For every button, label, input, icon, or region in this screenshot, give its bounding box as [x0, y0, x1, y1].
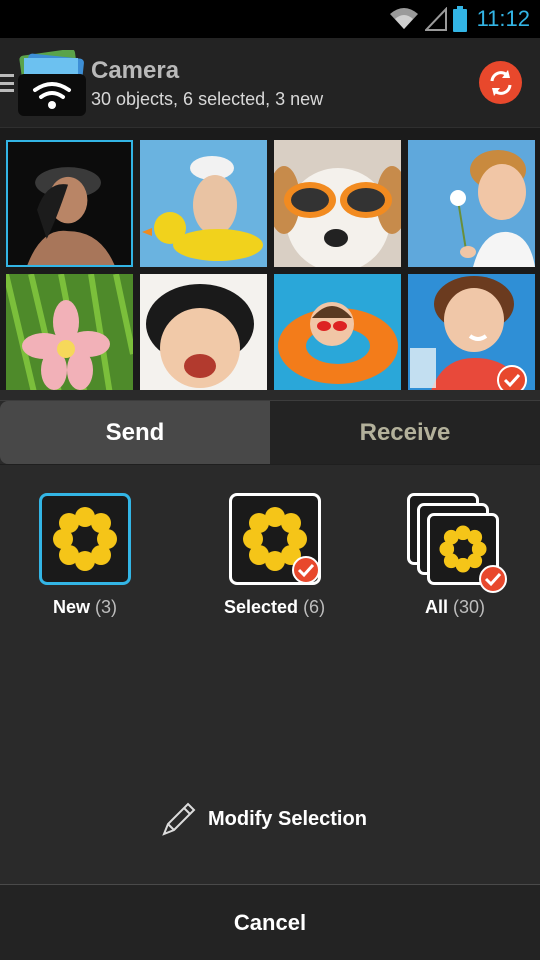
photo-dog-with-sunglasses	[274, 140, 401, 267]
check-badge-icon	[479, 565, 507, 593]
photo-child-with-duck-float	[140, 140, 267, 267]
pencil-icon	[162, 802, 196, 836]
status-time: 11:12	[476, 6, 530, 31]
sync-button[interactable]	[479, 61, 522, 104]
send-new-option[interactable]: New (3)	[39, 493, 131, 618]
signal-icon	[424, 7, 447, 31]
page-subtitle: 30 objects, 6 selected, 3 new	[91, 89, 324, 109]
photo-thumbnail-dog-with-sunglasses[interactable]	[274, 140, 401, 267]
send-receive-sheet: Send Receive New (3) Selected (6) All (3…	[0, 390, 540, 960]
page-title: Camera	[91, 57, 180, 84]
send-all-option[interactable]: All (30)	[407, 493, 507, 618]
photo-thumbnail-pink-flower[interactable]	[6, 274, 133, 401]
photo-thumbnail-child-in-swim-ring[interactable]	[274, 274, 401, 401]
photo-thumbnail-laughing-child[interactable]	[140, 274, 267, 401]
send-all-label: All (30)	[424, 597, 486, 617]
tab-send[interactable]: Send	[0, 401, 270, 464]
modify-selection-button[interactable]: Modify Selection	[160, 800, 367, 838]
tab-receive[interactable]: Receive	[270, 401, 540, 464]
modify-selection-label: Modify Selection	[208, 807, 367, 830]
photo-child-in-swim-ring	[274, 274, 401, 401]
app-header: Camera 30 objects, 6 selected, 3 new	[0, 38, 540, 128]
menu-icon[interactable]	[0, 74, 14, 92]
photo-thumbnail-child-with-dandelion[interactable]	[408, 140, 535, 267]
wifi-photos-logo[interactable]	[18, 50, 86, 116]
photo-grid	[0, 128, 540, 401]
wifi-icon	[389, 8, 418, 29]
photo-pink-flower	[6, 274, 133, 401]
new-photos-frame	[39, 493, 131, 585]
send-selected-option[interactable]: Selected (6)	[224, 493, 325, 618]
sync-icon	[490, 69, 511, 96]
photo-thumbnail-child-with-duck-float[interactable]	[140, 140, 267, 267]
photo-woman-in-hat	[8, 142, 131, 265]
send-new-label: New (3)	[52, 597, 118, 617]
tab-bar: Send Receive	[0, 400, 540, 465]
photo-thumbnail-woman-with-drink[interactable]	[408, 274, 535, 401]
check-badge-icon	[291, 556, 320, 584]
battery-icon	[452, 6, 467, 32]
photo-child-with-dandelion	[408, 140, 535, 267]
status-bar: 11:12	[0, 0, 540, 38]
photo-laughing-child	[140, 274, 267, 401]
all-photos-stack-icon	[407, 493, 507, 593]
sunflower-icon	[53, 507, 117, 571]
cancel-button[interactable]: Cancel	[0, 885, 540, 960]
selected-photos-frame	[228, 493, 321, 585]
send-selected-label: Selected (6)	[224, 597, 326, 617]
photo-thumbnail-woman-in-hat[interactable]	[6, 140, 133, 267]
